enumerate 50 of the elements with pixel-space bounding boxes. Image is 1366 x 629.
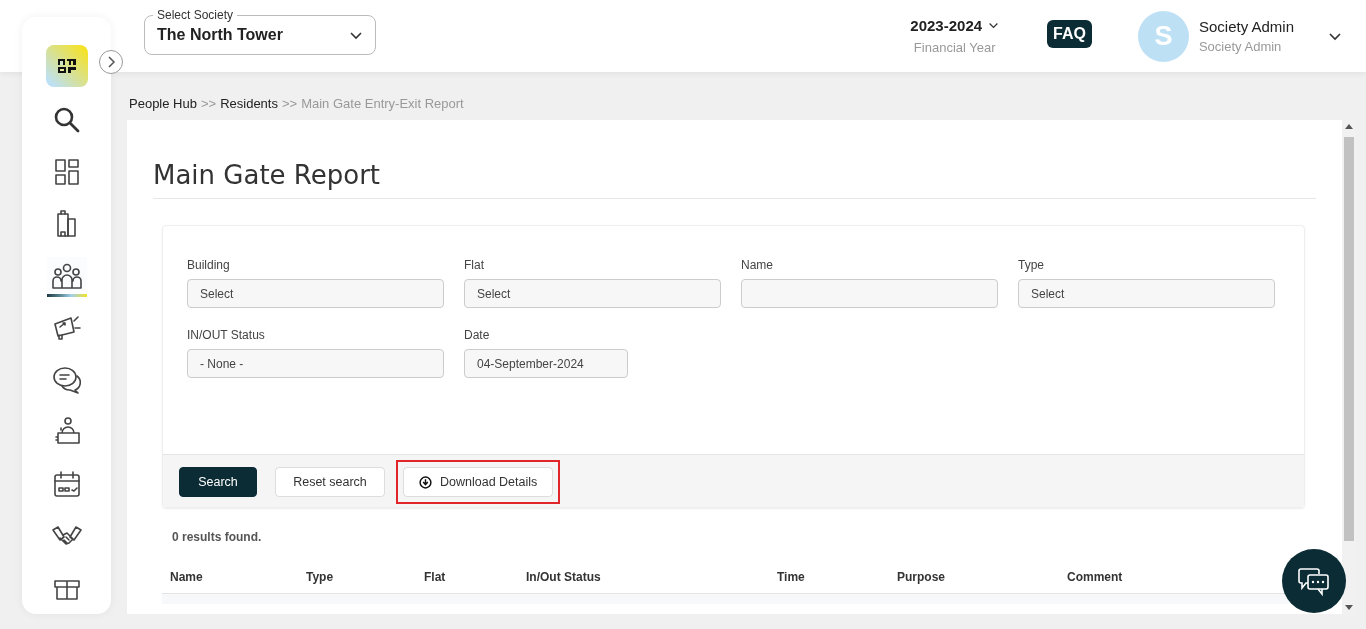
column-header: Flat	[424, 570, 447, 584]
faq-button[interactable]: FAQ	[1047, 20, 1092, 48]
financial-year-value[interactable]: 2023-2024	[910, 17, 983, 34]
input-field[interactable]	[741, 279, 998, 308]
scroll-up-icon[interactable]	[1345, 124, 1353, 129]
scrollbar-thumb[interactable]	[1344, 137, 1354, 541]
breadcrumb-link[interactable]: Residents	[220, 95, 278, 111]
search-button[interactable]: Search	[179, 467, 257, 497]
user-role: Society Admin	[1198, 39, 1283, 54]
field-label: IN/OUT Status	[187, 328, 266, 342]
field-label: Flat	[464, 258, 485, 272]
scroll-down-icon[interactable]	[1345, 605, 1353, 610]
select-field[interactable]: Select	[187, 279, 444, 308]
date-field[interactable]: 04-September-2024	[464, 349, 628, 378]
chevron-right-icon	[106, 56, 116, 68]
society-select-label: Select Society	[153, 8, 238, 22]
reset-button[interactable]: Reset search	[275, 467, 385, 497]
select-field[interactable]: Select	[1018, 279, 1275, 308]
results-count: 0 results found.	[172, 530, 263, 544]
society-name: The North Tower	[157, 26, 283, 44]
column-header: Name	[170, 570, 204, 584]
society-select[interactable]: Select Society The North Tower	[144, 7, 376, 55]
column-header: Comment	[1067, 570, 1124, 584]
field-label: Type	[1018, 258, 1045, 272]
select-field[interactable]: - None -	[187, 349, 444, 378]
field-label: Date	[464, 328, 491, 342]
chat-icon	[50, 364, 83, 396]
user-name: Society Admin	[1198, 18, 1294, 35]
breadcrumb-separator: >>	[281, 95, 298, 111]
breadcrumb-current: Main Gate Entry-Exit Report	[301, 95, 464, 111]
breadcrumb-separator: >>	[200, 95, 217, 111]
column-header: Time	[777, 570, 806, 584]
chevron-down-icon	[349, 30, 363, 40]
column-header: In/Out Status	[526, 570, 602, 584]
user-avatar: S	[1137, 10, 1189, 62]
page-title: Main Gate Report	[153, 160, 1316, 199]
download-button[interactable]: Download Details	[403, 467, 554, 497]
chat-bubbles-icon	[1298, 566, 1330, 596]
chevron-down-icon	[1328, 31, 1342, 41]
chevron-down-icon	[988, 22, 1000, 29]
app-logo[interactable]	[45, 45, 88, 87]
financial-year-label: Financial Year	[913, 40, 996, 55]
download-icon	[419, 475, 432, 489]
sidebar-item[interactable]	[46, 257, 87, 297]
column-header: Type	[306, 570, 335, 584]
breadcrumb-link[interactable]: People Hub	[129, 95, 197, 111]
select-field[interactable]: Select	[464, 279, 721, 308]
column-header: Purpose	[897, 570, 946, 584]
field-label: Building	[187, 258, 231, 272]
field-label: Name	[741, 258, 774, 272]
